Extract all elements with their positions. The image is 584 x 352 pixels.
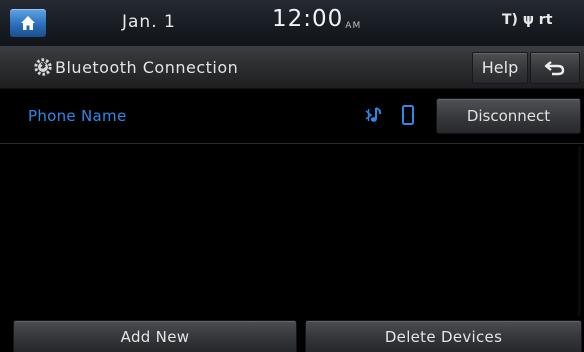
home-button[interactable] <box>10 9 46 37</box>
back-arrow-icon <box>544 61 565 76</box>
bluetooth-connection-screen: Jan. 1 12:00 AM T) ψ rt Bluetooth Connect… <box>0 0 584 352</box>
phone-icon <box>402 105 414 125</box>
device-list-item[interactable]: Phone Name Disconnect <box>0 89 584 144</box>
help-button[interactable]: Help <box>472 52 528 84</box>
bluetooth-gear-icon <box>34 58 52 76</box>
disconnect-button[interactable]: Disconnect <box>436 98 581 134</box>
back-button[interactable] <box>530 52 580 84</box>
device-name: Phone Name <box>28 107 127 125</box>
add-new-button[interactable]: Add New <box>13 320 297 352</box>
delete-devices-button[interactable]: Delete Devices <box>305 320 582 352</box>
bottom-button-bar: Add New Delete Devices <box>0 320 584 352</box>
status-ampm: AM <box>345 21 362 31</box>
status-indicators: T) ψ rt <box>502 12 553 28</box>
page-title: Bluetooth Connection <box>55 58 239 77</box>
device-list-empty-area <box>0 144 584 320</box>
status-date: Jan. 1 <box>122 12 176 32</box>
home-icon <box>21 16 35 30</box>
status-bar: Jan. 1 12:00 AM T) ψ rt <box>0 0 584 47</box>
status-time-value: 12:00 <box>272 6 344 32</box>
scrollbar[interactable] <box>578 146 581 316</box>
title-bar: Bluetooth Connection Help <box>0 47 584 89</box>
bluetooth-audio-icon <box>365 107 382 122</box>
status-clock: 12:00 AM <box>272 6 361 32</box>
